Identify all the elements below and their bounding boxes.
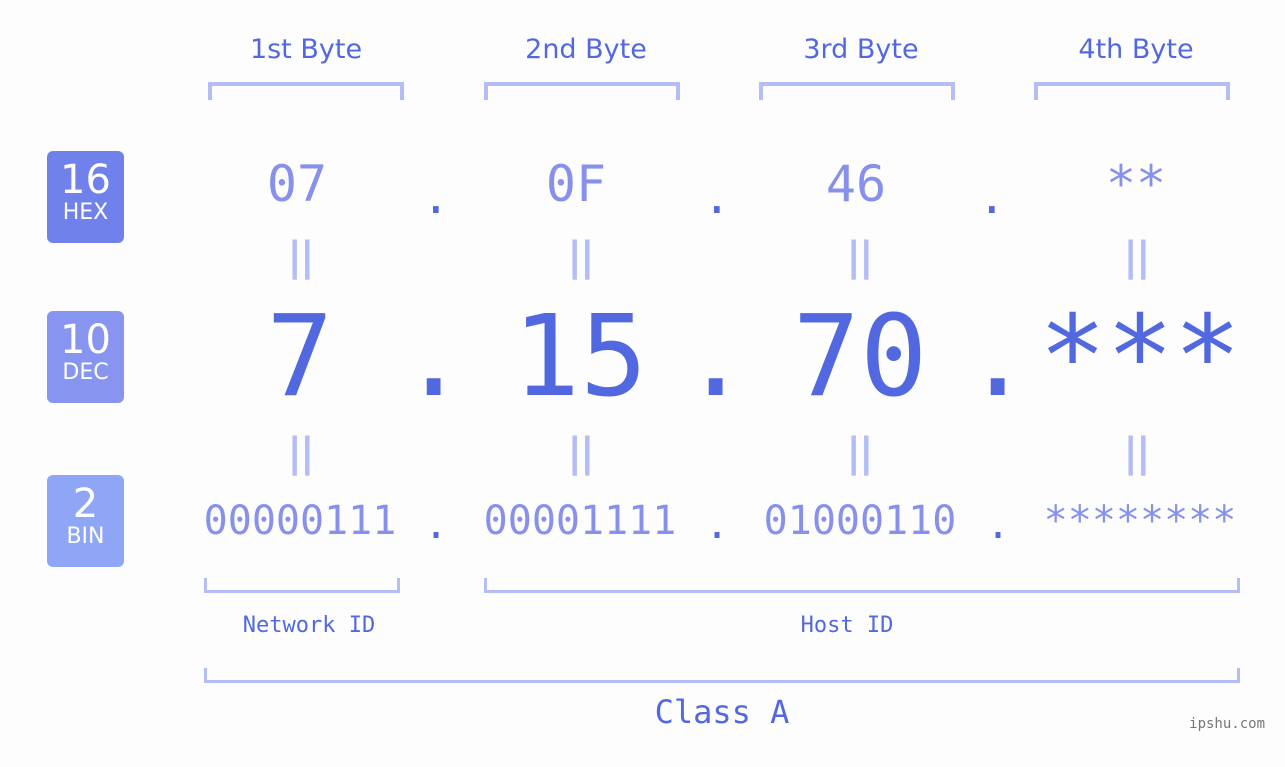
bin-badge: 2 BIN bbox=[47, 475, 124, 567]
hex-label: HEX bbox=[62, 200, 109, 225]
bin-base: 2 bbox=[72, 481, 99, 527]
bin-value-3: 01000110 bbox=[763, 498, 957, 544]
byte-bracket-4 bbox=[1034, 82, 1230, 100]
dec-value-2: 15 bbox=[512, 292, 648, 422]
dec-value-3: 70 bbox=[792, 292, 928, 422]
equals-hex-dec-3: || bbox=[846, 234, 873, 280]
equals-dec-bin-1: || bbox=[287, 430, 314, 476]
dec-value-1: 7 bbox=[266, 292, 334, 422]
host-id-label: Host ID bbox=[800, 613, 894, 638]
dec-dot-3: . bbox=[964, 292, 1032, 422]
equals-dec-bin-2: || bbox=[567, 430, 594, 476]
hex-badge: 16 HEX bbox=[47, 151, 124, 243]
dec-value-4: *** bbox=[1038, 292, 1242, 422]
equals-hex-dec-4: || bbox=[1123, 234, 1150, 280]
bin-value-1: 00000111 bbox=[203, 498, 397, 544]
hex-dot-3: . bbox=[978, 170, 1006, 224]
network-id-bracket bbox=[204, 578, 400, 593]
bin-value-2: 00001111 bbox=[483, 498, 677, 544]
equals-dec-bin-3: || bbox=[846, 430, 873, 476]
dec-dot-2: . bbox=[682, 292, 750, 422]
hex-value-3: 46 bbox=[825, 155, 887, 213]
hex-value-2: 0F bbox=[545, 155, 607, 213]
byte-header-3: 3rd Byte bbox=[803, 34, 919, 65]
bin-value-4: ******** bbox=[1043, 498, 1237, 544]
hex-dot-1: . bbox=[422, 170, 450, 224]
hex-value-1: 07 bbox=[266, 155, 328, 213]
byte-bracket-2 bbox=[484, 82, 680, 100]
byte-header-1: 1st Byte bbox=[249, 34, 363, 65]
dec-base: 10 bbox=[60, 317, 111, 363]
class-label: Class A bbox=[654, 693, 790, 731]
dec-badge: 10 DEC bbox=[47, 311, 124, 403]
hex-value-4: ** bbox=[1105, 155, 1167, 213]
bin-dot-2: . bbox=[705, 502, 730, 548]
hex-dot-2: . bbox=[703, 170, 731, 224]
hex-base: 16 bbox=[60, 157, 111, 203]
network-id-label: Network ID bbox=[242, 613, 376, 638]
equals-dec-bin-4: || bbox=[1123, 430, 1150, 476]
dec-label: DEC bbox=[62, 360, 109, 385]
watermark: ipshu.com bbox=[1189, 716, 1265, 732]
equals-hex-dec-1: || bbox=[287, 234, 314, 280]
dec-dot-1: . bbox=[400, 292, 468, 422]
bin-dot-3: . bbox=[986, 502, 1011, 548]
equals-hex-dec-2: || bbox=[567, 234, 594, 280]
bin-label: BIN bbox=[66, 524, 105, 549]
host-id-bracket bbox=[484, 578, 1240, 593]
bin-dot-1: . bbox=[424, 502, 449, 548]
byte-header-2: 2nd Byte bbox=[525, 34, 647, 65]
byte-bracket-3 bbox=[759, 82, 955, 100]
byte-header-4: 4th Byte bbox=[1078, 34, 1194, 65]
class-bracket bbox=[204, 668, 1240, 683]
byte-bracket-1 bbox=[208, 82, 404, 100]
